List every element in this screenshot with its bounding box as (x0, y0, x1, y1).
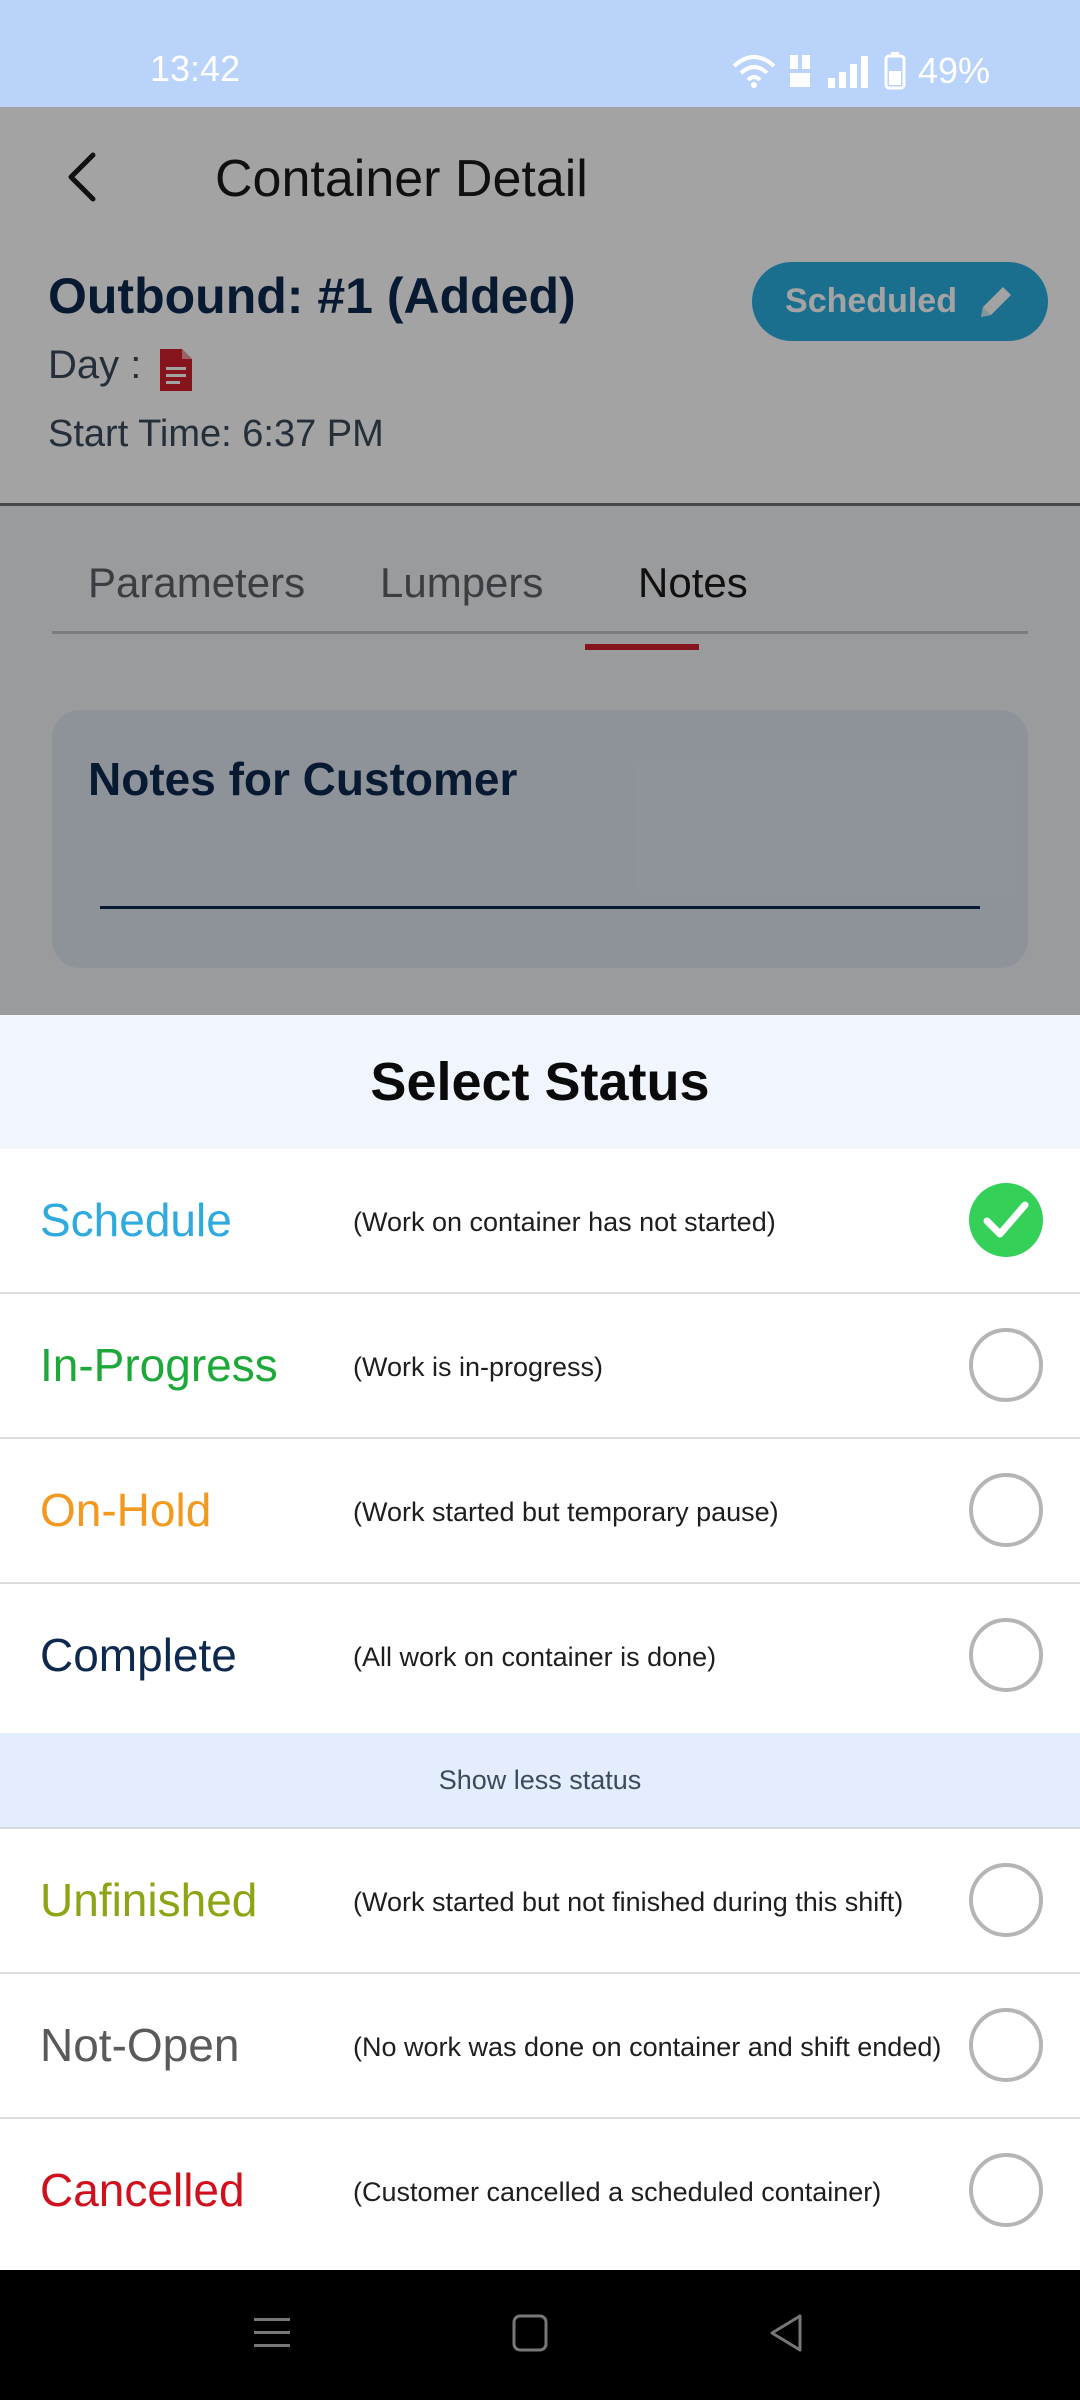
radio-button[interactable] (969, 1618, 1043, 1692)
status-description: (All work on container is done) (353, 1642, 717, 1672)
status-description: (Work is in-progress) (353, 1352, 604, 1382)
status-name: Cancelled (40, 2164, 245, 2216)
battery-icon (884, 52, 906, 90)
select-status-sheet: Select Status Schedule (Work on containe… (0, 1015, 1080, 2270)
radio-button[interactable] (969, 1473, 1043, 1547)
battery-percent: 49% (917, 50, 990, 91)
status-description: (Work started but not finished during th… (353, 1887, 904, 1917)
volte-icon (789, 55, 810, 87)
radio-button[interactable] (969, 1328, 1043, 1402)
show-less-label: Show less status (438, 1765, 642, 1795)
status-description: (No work was done on container and shift… (353, 2032, 942, 2062)
status-name: On-Hold (40, 1484, 212, 1536)
radio-button[interactable] (969, 2008, 1043, 2082)
status-description: (Work on container has not started) (353, 1207, 776, 1237)
status-description: (Work started but temporary pause) (353, 1497, 779, 1527)
status-icons: 49% (732, 50, 990, 92)
menu-icon[interactable] (252, 2310, 292, 2356)
status-row-complete[interactable]: Complete (All work on container is done) (0, 1584, 1080, 1729)
status-name: Complete (40, 1629, 237, 1681)
show-less-status-button[interactable]: Show less status (0, 1733, 1080, 1829)
status-row-unfinished[interactable]: Unfinished (Work started but not finishe… (0, 1829, 1080, 1974)
check-icon[interactable] (969, 1183, 1043, 1257)
status-row-not-open[interactable]: Not-Open (No work was done on container … (0, 1974, 1080, 2119)
status-time: 13:42 (150, 48, 241, 89)
status-name: Schedule (40, 1194, 232, 1246)
status-description: (Customer cancelled a scheduled containe… (353, 2177, 882, 2207)
modal-backdrop[interactable] (0, 107, 1080, 1015)
status-bar: 13:42 49% (0, 0, 1080, 107)
status-row-on-hold[interactable]: On-Hold (Work started but temporary paus… (0, 1439, 1080, 1584)
radio-button[interactable] (969, 1863, 1043, 1937)
status-name: Not-Open (40, 2019, 240, 2071)
status-name: In-Progress (40, 1339, 278, 1391)
sheet-title: Select Status (370, 1052, 710, 1112)
wifi-icon (732, 55, 776, 88)
status-row-schedule[interactable]: Schedule (Work on container has not star… (0, 1149, 1080, 1294)
status-name: Unfinished (40, 1874, 258, 1926)
system-nav-bar (0, 2270, 1080, 2400)
status-row-in-progress[interactable]: In-Progress (Work is in-progress) (0, 1294, 1080, 1439)
back-nav-icon[interactable] (766, 2310, 806, 2356)
status-row-cancelled[interactable]: Cancelled (Customer cancelled a schedule… (0, 2119, 1080, 2264)
home-icon[interactable] (510, 2310, 550, 2356)
radio-button[interactable] (969, 2153, 1043, 2227)
sheet-header: Select Status (0, 1015, 1080, 1149)
signal-icon (827, 56, 868, 88)
